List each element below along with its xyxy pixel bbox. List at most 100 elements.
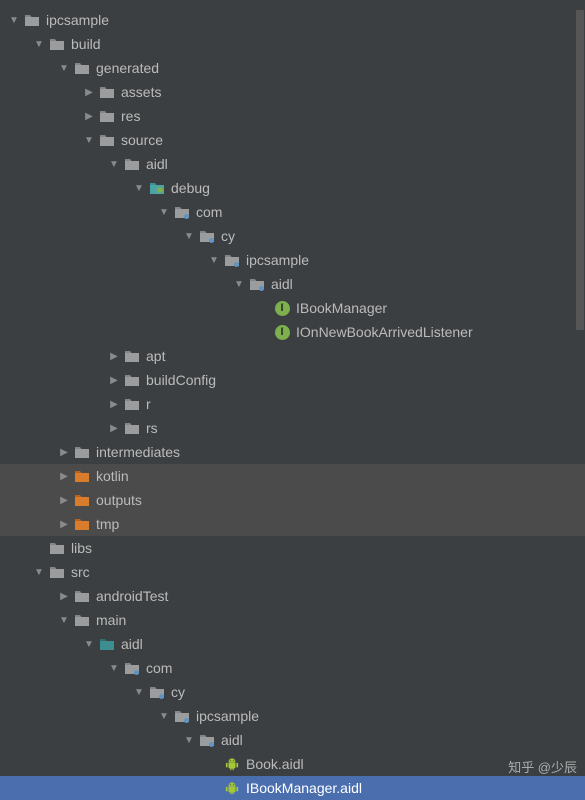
folder-icon xyxy=(124,372,140,388)
tree-row[interactable]: ▶ apt xyxy=(0,344,585,368)
tree-row[interactable]: ▼ aidl xyxy=(0,728,585,752)
folder-icon xyxy=(74,612,90,628)
chevron-right-icon[interactable]: ▶ xyxy=(108,399,120,410)
tree-item-label: aidl xyxy=(221,732,243,748)
tree-row[interactable]: ▼debug xyxy=(0,176,585,200)
tree-row[interactable]: ▶ assets xyxy=(0,80,585,104)
chevron-right-icon[interactable]: ▶ xyxy=(58,495,70,506)
tree-row[interactable]: ▼aidl xyxy=(0,272,585,296)
tree-row[interactable]: ▶IIBookManager xyxy=(0,296,585,320)
tree-row[interactable]: ▼ com xyxy=(0,656,585,680)
chevron-right-icon[interactable]: ▶ xyxy=(83,111,95,122)
folder-icon xyxy=(24,12,40,28)
tree-item-label: outputs xyxy=(96,492,142,508)
chevron-down-icon[interactable]: ▼ xyxy=(58,63,70,74)
tree-row[interactable]: ▼ipcsample xyxy=(0,8,585,32)
chevron-down-icon[interactable]: ▼ xyxy=(58,615,70,626)
chevron-down-icon[interactable]: ▼ xyxy=(108,663,120,674)
tree-item-label: IBookManager xyxy=(296,300,387,316)
tree-row[interactable]: ▼cy xyxy=(0,680,585,704)
tree-item-label: aidl xyxy=(146,156,168,172)
chevron-down-icon[interactable]: ▼ xyxy=(133,687,145,698)
tree-row[interactable]: ▼aidl xyxy=(0,632,585,656)
chevron-down-icon[interactable]: ▼ xyxy=(8,15,20,26)
chevron-down-icon[interactable]: ▼ xyxy=(83,639,95,650)
tree-item-label: r xyxy=(146,396,151,412)
tree-row[interactable]: ▶ buildConfig xyxy=(0,368,585,392)
tree-item-label: source xyxy=(121,132,163,148)
chevron-down-icon[interactable]: ▼ xyxy=(33,567,45,578)
folder-icon xyxy=(99,636,115,652)
folder-icon xyxy=(74,492,90,508)
tree-row[interactable]: ▶tmp xyxy=(0,512,585,536)
scrollbar[interactable] xyxy=(576,10,584,330)
chevron-down-icon[interactable]: ▼ xyxy=(158,207,170,218)
chevron-down-icon[interactable]: ▼ xyxy=(183,231,195,242)
tree-item-label: IBookManager.aidl xyxy=(246,780,362,796)
chevron-down-icon[interactable]: ▼ xyxy=(133,183,145,194)
tree-item-label: rs xyxy=(146,420,158,436)
chevron-down-icon[interactable]: ▼ xyxy=(83,135,95,146)
package-folder-icon xyxy=(224,252,240,268)
chevron-down-icon[interactable]: ▼ xyxy=(183,735,195,746)
tree-row[interactable]: ▶res xyxy=(0,104,585,128)
tree-row[interactable]: ▶IIOnNewBookArrivedListener xyxy=(0,320,585,344)
tree-row[interactable]: ▶ rs xyxy=(0,416,585,440)
package-folder-icon xyxy=(199,732,215,748)
tree-row[interactable]: ▶Book.aidl xyxy=(0,752,585,776)
chevron-down-icon[interactable]: ▼ xyxy=(208,255,220,266)
tree-row[interactable]: ▶libs xyxy=(0,536,585,560)
tree-item-label: main xyxy=(96,612,126,628)
chevron-right-icon[interactable]: ▶ xyxy=(58,471,70,482)
tree-item-label: apt xyxy=(146,348,165,364)
interface-icon: I xyxy=(274,300,290,316)
chevron-down-icon[interactable]: ▼ xyxy=(108,159,120,170)
tree-item-label: androidTest xyxy=(96,588,168,604)
folder-icon xyxy=(49,36,65,52)
tree-row[interactable]: ▶intermediates xyxy=(0,440,585,464)
package-folder-icon xyxy=(199,228,215,244)
tree-item-label: src xyxy=(71,564,90,580)
tree-row[interactable]: ▼ main xyxy=(0,608,585,632)
tree-item-label: ipcsample xyxy=(196,708,259,724)
folder-icon xyxy=(124,348,140,364)
chevron-right-icon[interactable]: ▶ xyxy=(58,447,70,458)
chevron-right-icon[interactable]: ▶ xyxy=(108,351,120,362)
tree-item-label: buildConfig xyxy=(146,372,216,388)
tree-row[interactable]: ▶IBookManager.aidl xyxy=(0,776,585,800)
tree-row[interactable]: ▶ outputs xyxy=(0,488,585,512)
chevron-down-icon[interactable]: ▼ xyxy=(158,711,170,722)
tree-row[interactable]: ▼ aidl xyxy=(0,152,585,176)
package-folder-icon xyxy=(249,276,265,292)
tree-row[interactable]: ▶r xyxy=(0,392,585,416)
tree-row[interactable]: ▶ androidTest xyxy=(0,584,585,608)
tree-row[interactable]: ▼com xyxy=(0,200,585,224)
folder-icon xyxy=(49,540,65,556)
chevron-right-icon[interactable]: ▶ xyxy=(58,519,70,530)
tree-row[interactable]: ▼ src xyxy=(0,560,585,584)
folder-icon xyxy=(74,444,90,460)
folder-icon xyxy=(99,132,115,148)
chevron-right-icon[interactable]: ▶ xyxy=(108,423,120,434)
android-icon xyxy=(224,756,240,772)
folder-icon xyxy=(99,108,115,124)
tree-row[interactable]: ▼build xyxy=(0,32,585,56)
chevron-right-icon[interactable]: ▶ xyxy=(83,87,95,98)
tree-item-label: IOnNewBookArrivedListener xyxy=(296,324,473,340)
chevron-right-icon[interactable]: ▶ xyxy=(108,375,120,386)
project-tree[interactable]: ▼ipcsample▼build▼generated▶assets▶res▼so… xyxy=(0,0,585,800)
tree-item-label: assets xyxy=(121,84,161,100)
tree-row[interactable]: ▼cy xyxy=(0,224,585,248)
tree-row[interactable]: ▼generated xyxy=(0,56,585,80)
tree-row[interactable]: ▼ source xyxy=(0,128,585,152)
tree-row[interactable]: ▼ ipcsample xyxy=(0,704,585,728)
tree-row[interactable]: ▶kotlin xyxy=(0,464,585,488)
android-icon xyxy=(224,780,240,796)
tree-item-label: com xyxy=(146,660,172,676)
chevron-right-icon[interactable]: ▶ xyxy=(58,591,70,602)
tree-row[interactable]: ▼ipcsample xyxy=(0,248,585,272)
chevron-down-icon[interactable]: ▼ xyxy=(233,279,245,290)
chevron-down-icon[interactable]: ▼ xyxy=(33,39,45,50)
watermark: 知乎 @少辰 xyxy=(508,757,577,776)
folder-icon xyxy=(49,564,65,580)
